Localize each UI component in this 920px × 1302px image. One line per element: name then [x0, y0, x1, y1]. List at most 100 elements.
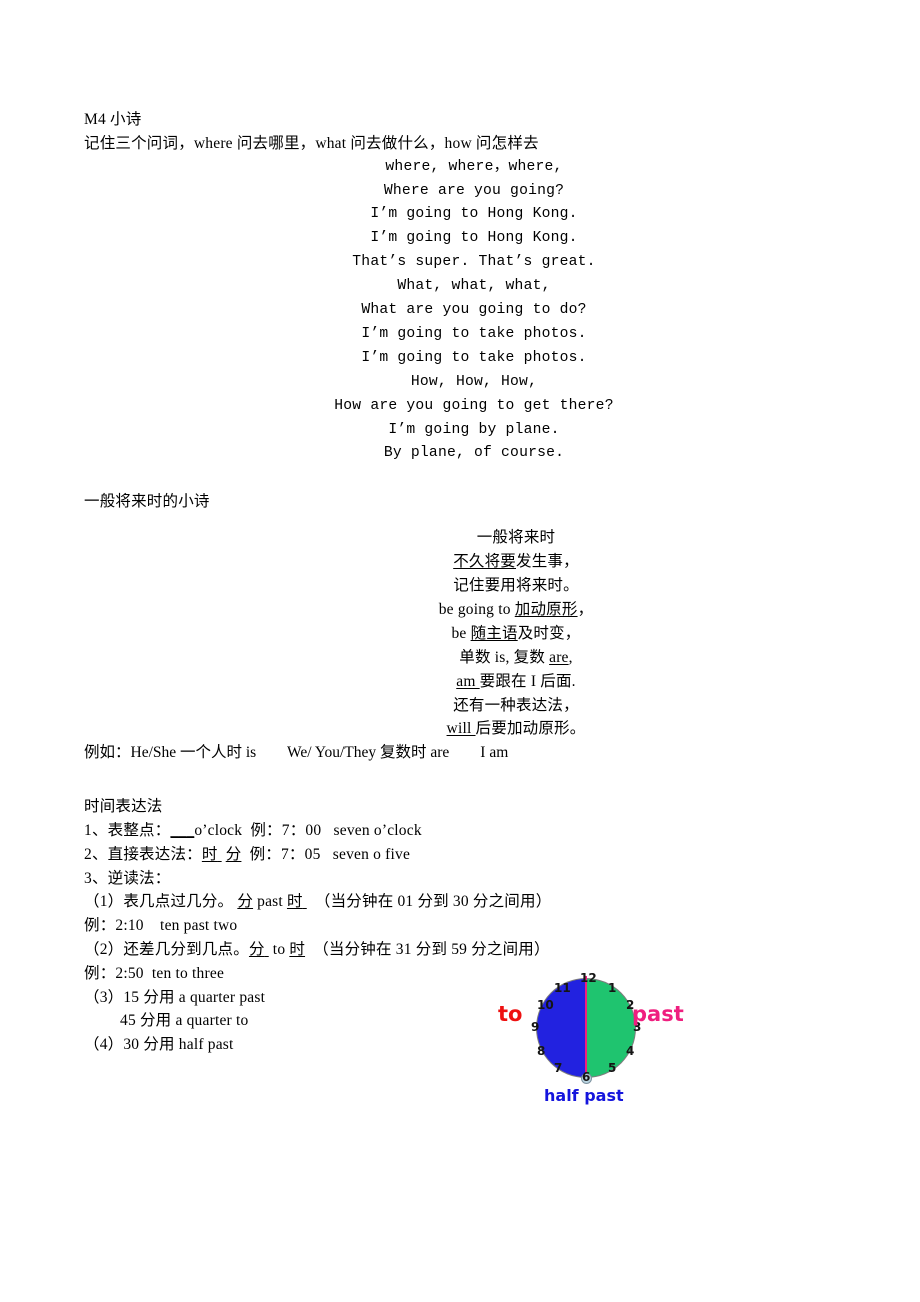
- clock-number-7: 7: [554, 1061, 563, 1075]
- poem-line: 记住要用将来时。: [196, 574, 836, 598]
- clock-number-6: 6: [582, 1070, 591, 1084]
- clock-label-to: to: [498, 1002, 523, 1026]
- poem-line: be 随主语及时变，: [196, 622, 836, 646]
- time-rule-2-hour: 时: [201, 845, 218, 863]
- poem-line: I’m going to Hong Kong.: [370, 230, 578, 247]
- poem-line: I’m going to take photos.: [361, 349, 587, 366]
- time-rule-3-label: 3、逆读法：: [84, 869, 171, 887]
- example-subject-line: 例如：He/She 一个人时 is We/ You/They 复数时 are I…: [84, 744, 509, 762]
- poem-line: where, where，where,: [385, 158, 563, 175]
- poem-line: am 要跟在 I 后面.: [196, 670, 836, 694]
- poem-line: 单数 is, 复数 are,: [196, 646, 836, 670]
- poem-underlined: am: [456, 672, 480, 690]
- poem-line: By plane, of course.: [383, 445, 565, 462]
- clock-number-1: 1: [608, 981, 617, 995]
- poem-plain-before: 还有一种表达法，: [453, 696, 579, 714]
- poem-line: 还有一种表达法，: [196, 694, 836, 718]
- time-rule-1-example-label: 例：7：00: [250, 821, 322, 839]
- time-rule-1-formula: o’clock: [194, 821, 243, 839]
- poem-plain-before: be: [451, 624, 471, 642]
- section3-title: 时间表达法: [84, 798, 163, 816]
- time-rule-3-sub3b: 45 分用 a quarter to: [120, 1012, 249, 1030]
- spacing: [321, 846, 333, 863]
- poem-line: will 后要加动原形。: [196, 717, 836, 741]
- sub1-mid: past: [253, 893, 287, 911]
- poem-underlined: will: [446, 720, 476, 738]
- sub2-note: （当分钟在 31 分到 59 分之间用）: [313, 940, 550, 958]
- section1-title: M4 小诗: [84, 111, 142, 128]
- clock-number-9: 9: [531, 1020, 540, 1034]
- poem-line: How, How, How,: [410, 373, 538, 390]
- time-rule-1-blank: ___: [170, 821, 195, 839]
- document-page: M4 小诗 记住三个问词，where 问去哪里，what 问去做什么，how 问…: [0, 0, 920, 1302]
- sub1-minute: 分: [237, 893, 254, 911]
- clock-diagram: 12 1 2 3 4 5 6 7 8 9 10 11 to past half …: [496, 966, 696, 1114]
- document-content: M4 小诗 记住三个问词，where 问去哪里，what 问去做什么，how 问…: [84, 108, 836, 1057]
- time-rule-1-example-value: seven o’clock: [333, 821, 422, 839]
- poem-line: How are you going to get there?: [334, 397, 614, 414]
- poem-line: 不久将要发生事，: [196, 550, 836, 574]
- time-rule-3-sub2: （2）还差几分到几点。分 to 时 （当分钟在 31 分到 59 分之间用）: [84, 938, 836, 962]
- clock-number-12: 12: [580, 971, 597, 985]
- poem-line: What are you going to do?: [361, 302, 587, 319]
- poem-line: What, what, what,: [397, 278, 551, 295]
- sub2-mid: to: [268, 940, 290, 958]
- sub2-hour: 时: [289, 940, 306, 958]
- time-rule-2-minute: 分: [225, 845, 242, 863]
- poem-underlined: 随主语: [470, 624, 518, 642]
- poem-plain-before: be going to: [438, 600, 515, 618]
- poem-spacer: [84, 514, 836, 526]
- spacing: [307, 893, 315, 910]
- clock-divider-line: [585, 976, 587, 1080]
- sub1-label: （1）表几点过几分。: [84, 893, 234, 911]
- time-rule-3-sub4: （4）30 分用 half past: [84, 1036, 234, 1054]
- time-rule-3-sub2-example: 例：2:50 ten to three: [84, 964, 225, 982]
- poem-underlined: are: [549, 648, 569, 666]
- poem-line: be going to 加动原形，: [196, 598, 836, 622]
- poem-underlined: 不久将要: [453, 553, 516, 571]
- time-rule-2: 2、直接表达法：时 分 例：7：05 seven o five: [84, 843, 836, 867]
- poem-plain-after: 发生事，: [516, 553, 579, 571]
- sub2-minute: 分: [248, 940, 265, 958]
- poem-line: I’m going to Hong Kong.: [370, 206, 578, 223]
- time-rule-2-example-label: 例：7：05: [249, 845, 321, 863]
- time-rule-1-label: 1、表整点：: [84, 821, 171, 839]
- clock-number-10: 10: [537, 998, 554, 1012]
- poem-plain-after: 及时变，: [517, 624, 581, 642]
- time-rule-3-sub1-example: 例：2:10 ten past two: [84, 917, 238, 935]
- section1-intro: 记住三个问词，where 问去哪里，what 问去做什么，how 问怎样去: [84, 134, 539, 152]
- time-rule-3-sub1: （1）表几点过几分。 分 past 时 （当分钟在 01 分到 30 分之间用）: [84, 890, 836, 914]
- poem-line: I’m going to take photos.: [361, 325, 587, 342]
- clock-number-5: 5: [608, 1061, 617, 1075]
- clock-label-past: past: [632, 1002, 684, 1026]
- poem-plain-before: 单数 is, 复数: [459, 648, 550, 666]
- time-rule-2-label: 2、直接表达法：: [84, 845, 202, 863]
- clock-number-8: 8: [537, 1044, 546, 1058]
- clock-number-4: 4: [626, 1044, 635, 1058]
- poem-underlined: 加动原形: [514, 600, 578, 618]
- time-rule-1: 1、表整点：___o’clock 例：7：00 seven o’clock: [84, 819, 836, 843]
- clock-number-11: 11: [554, 981, 571, 995]
- poem-line: Where are you going?: [383, 182, 565, 199]
- spacing: [321, 822, 333, 839]
- poem-line: That’s super. That’s great.: [352, 254, 596, 271]
- poem-plain-after: 要跟在 I 后面.: [479, 672, 576, 690]
- sub1-note: （当分钟在 01 分到 30 分之间用）: [314, 893, 552, 911]
- poem-line: 一般将来时: [196, 526, 836, 550]
- poem-plain-after: ，: [577, 600, 594, 618]
- poem-plain-after: 后要加动原形。: [475, 720, 586, 738]
- english-poem: where, where，where, Where are you going?…: [84, 156, 836, 467]
- time-rule-2-example-value: seven o five: [332, 845, 411, 863]
- section2-title: 一般将来时的小诗: [84, 493, 210, 511]
- clock-label-half-past: half past: [544, 1086, 624, 1105]
- poem-plain-before: 一般将来时: [476, 529, 556, 547]
- sub1-hour: 时: [286, 893, 303, 911]
- sub2-label: （2）还差几分到几点。: [84, 940, 249, 958]
- poem-line: I’m going by plane.: [388, 421, 560, 438]
- spacing: [241, 846, 249, 863]
- time-rule-3-sub3a: （3）15 分用 a quarter past: [84, 988, 266, 1006]
- future-tense-poem: 一般将来时 不久将要发生事， 记住要用将来时。 be going to 加动原形…: [84, 526, 836, 741]
- poem-plain-before: 记住要用将来时。: [453, 576, 579, 594]
